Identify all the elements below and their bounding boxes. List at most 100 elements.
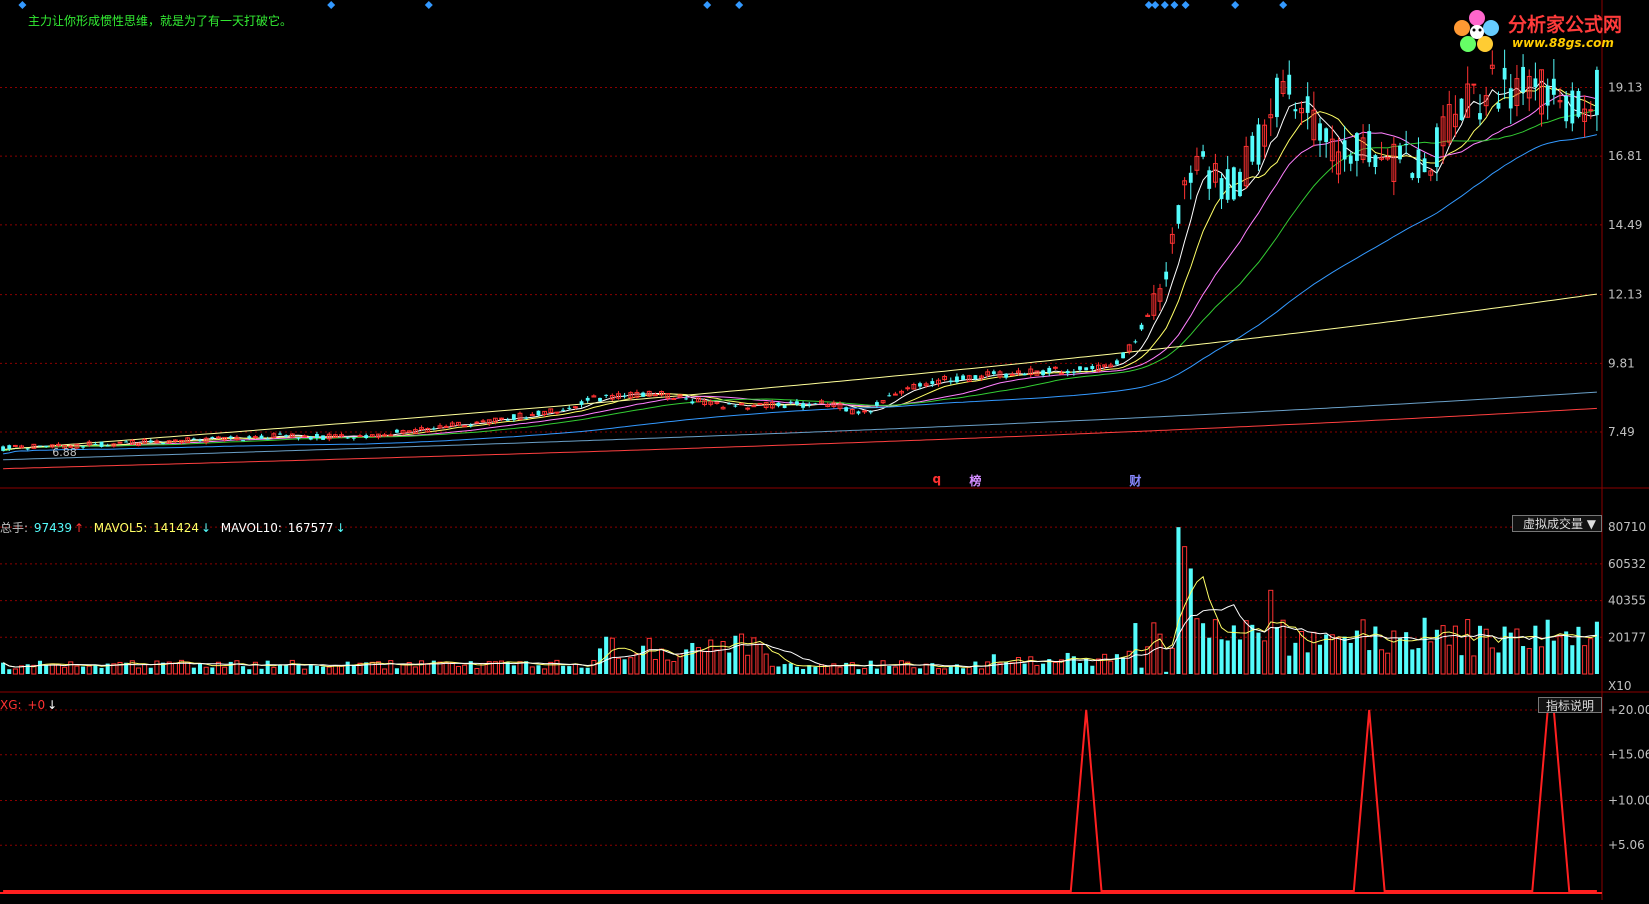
chevron-down-icon: ▼ (1586, 517, 1596, 531)
price-candle (579, 401, 584, 405)
volume-bar (727, 652, 732, 674)
price-candle (788, 401, 793, 403)
price-candle (641, 392, 645, 397)
event-marker-0[interactable]: q (932, 472, 941, 486)
price-candle (462, 425, 468, 428)
volume-bar (862, 667, 868, 675)
event-diamond-icon (1151, 1, 1160, 9)
volume-bar (628, 657, 634, 675)
price-candle (1459, 98, 1464, 121)
price-candle (474, 421, 480, 424)
price-candle (247, 436, 252, 439)
event-diamond-icon (1181, 1, 1190, 9)
volume-bar (302, 668, 308, 675)
volume-bar (443, 662, 449, 675)
price-candle (1231, 167, 1236, 200)
price-candle (1201, 151, 1205, 157)
volume-bar (1471, 655, 1477, 675)
volume-bar (154, 660, 160, 675)
chart-svg[interactable]: 19.13 16.81 14.49 12.13 9.81 7.49 80710 60532 40… (0, 0, 1649, 900)
volume-bar (739, 633, 745, 675)
volume-bar (1385, 652, 1391, 675)
price-candle (1471, 83, 1477, 86)
volume-bar (1514, 628, 1520, 675)
volume-bar (474, 667, 480, 675)
price-candle (364, 435, 369, 439)
volume-bar (813, 666, 818, 674)
price-candle (1139, 324, 1144, 330)
price-candle (1348, 155, 1353, 164)
volume-bar (935, 668, 941, 675)
price-candle (751, 405, 757, 408)
logo-title: 分析家公式网 (1508, 14, 1623, 36)
price-candle (241, 440, 245, 442)
volume-bar (1287, 655, 1292, 674)
ma120-line (3, 293, 1597, 450)
ma250a-line (3, 391, 1597, 461)
volume-bar (332, 665, 338, 675)
volume-bar (1348, 642, 1353, 674)
price-candle (1521, 66, 1525, 93)
volume-bar (462, 664, 468, 675)
price-candle (124, 441, 129, 443)
price-candle (1367, 131, 1372, 163)
volume-bar (1410, 649, 1415, 674)
price-candle (1121, 352, 1125, 359)
volume-bar (265, 660, 270, 674)
event-marker-2[interactable]: 财 (1129, 472, 1141, 489)
volume-bar (763, 653, 769, 675)
volume-bar (339, 665, 345, 675)
volume-bar (1317, 644, 1323, 674)
price-candle (572, 406, 578, 409)
event-marker-1[interactable]: 榜 (969, 472, 981, 489)
volume-bar (757, 643, 763, 675)
price-candle (252, 436, 258, 439)
event-diamond-icon (1160, 1, 1169, 9)
volume-bar (985, 661, 991, 675)
volume-bar (1151, 622, 1157, 675)
volume-bar (1274, 627, 1279, 674)
volume-bar (874, 668, 879, 674)
volume-bar (646, 637, 652, 675)
price-candle (536, 410, 541, 416)
volume-bar (1121, 657, 1126, 674)
volume-bar (1342, 636, 1347, 674)
price-candle (1570, 90, 1575, 124)
volume-bar (979, 668, 985, 675)
indicator-help-button[interactable]: 指标说明 (1538, 697, 1602, 713)
volume-bar (1404, 632, 1409, 674)
volume-bar (1052, 661, 1058, 675)
event-diamond-icon (18, 1, 27, 9)
volume-bar (81, 666, 86, 674)
price-candle (1502, 67, 1507, 80)
price-candle (1009, 373, 1015, 376)
legend-mavol10-label: MAVOL10: (220, 521, 286, 535)
price-candle (1250, 135, 1255, 162)
volume-bar (62, 666, 68, 675)
volume-bar (1065, 652, 1070, 674)
price-candle (598, 397, 602, 402)
volume-bar (911, 667, 917, 675)
price-candle (875, 402, 879, 406)
volume-bar (1212, 619, 1218, 675)
site-logo[interactable]: 分析家公式网 www.88gs.com (1448, 6, 1644, 56)
price-candle (1041, 370, 1045, 376)
chart-stage: 19.13 16.81 14.49 12.13 9.81 7.49 80710 60532 40… (0, 0, 1649, 900)
legend-mavol10-arrow-icon: ↓ (335, 521, 346, 535)
volume-bar (400, 664, 406, 675)
price-candle (395, 429, 399, 433)
volume-bar (1194, 618, 1200, 675)
xg-legend: XG: +0 ↓ (0, 698, 59, 712)
volume-tick-label: X10 (1608, 679, 1632, 693)
event-diamond-icon (1279, 1, 1288, 9)
price-candle (321, 435, 325, 440)
volume-bar (1268, 589, 1274, 675)
volume-type-dropdown[interactable]: 虚拟成交量 ▼ (1512, 515, 1602, 532)
volume-bar (892, 666, 898, 675)
volume-bar (1299, 630, 1305, 675)
price-candle (25, 448, 30, 450)
volume-bar (641, 645, 646, 674)
price-candle (284, 435, 289, 437)
volume-bar (1028, 656, 1034, 675)
volume-bar (1090, 665, 1095, 674)
